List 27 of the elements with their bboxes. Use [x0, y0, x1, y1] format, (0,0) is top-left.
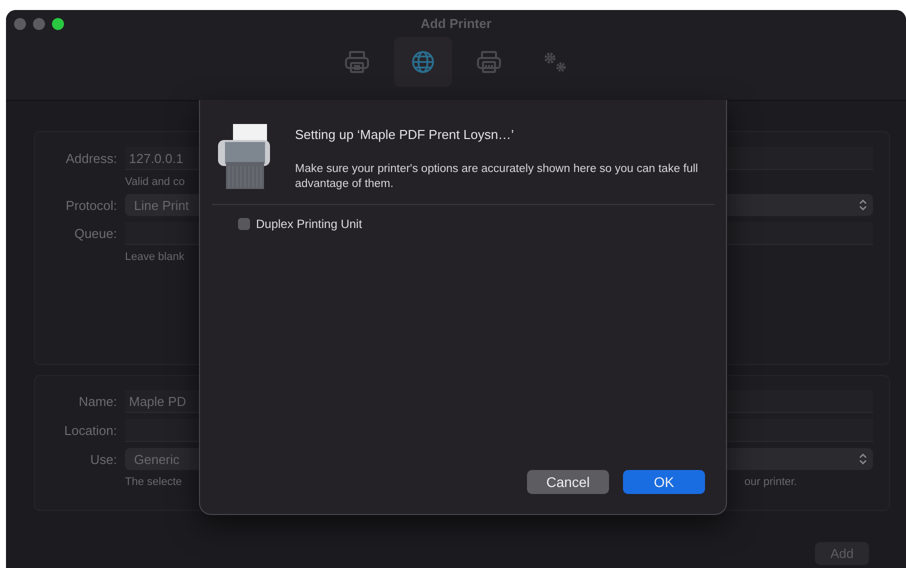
hint-text: our printer. [744, 476, 797, 488]
cancel-button[interactable]: Cancel [527, 470, 609, 494]
window-title: Add Printer [420, 16, 492, 31]
field-label: Protocol: [64, 198, 117, 212]
ok-button[interactable]: OK [623, 470, 705, 494]
printer-drawing [217, 124, 271, 190]
hint-text: Leave blank [125, 251, 184, 263]
field-label: Use: [89, 452, 117, 466]
checkbox-label: Duplex Printing Unit [256, 217, 362, 231]
field-label: Address: [64, 151, 117, 166]
field-label: Location: [63, 423, 117, 438]
dialog-title: Setting up ‘Maple PDF Prent Loysn…’ [295, 127, 515, 142]
globe-icon [411, 50, 435, 74]
hint-text: Valid and co [125, 176, 185, 188]
zoom-button[interactable] [52, 18, 64, 30]
chevron-updown-icon [859, 199, 867, 211]
minimize-button[interactable] [33, 18, 45, 30]
printer-icon [344, 50, 370, 74]
close-button[interactable] [14, 18, 26, 30]
dialog-message: Make sure your printer's options are accurately shown here so you can take full advantage of them. [295, 162, 699, 192]
printer-icon [476, 50, 502, 74]
chevron-updown-icon [859, 453, 867, 465]
field-label: Queue: [73, 226, 117, 241]
field-label: Name: [78, 394, 117, 409]
hint-text: The selecte [125, 476, 182, 488]
toolbar-tab[interactable] [394, 37, 452, 87]
checkbox[interactable] [238, 218, 250, 230]
